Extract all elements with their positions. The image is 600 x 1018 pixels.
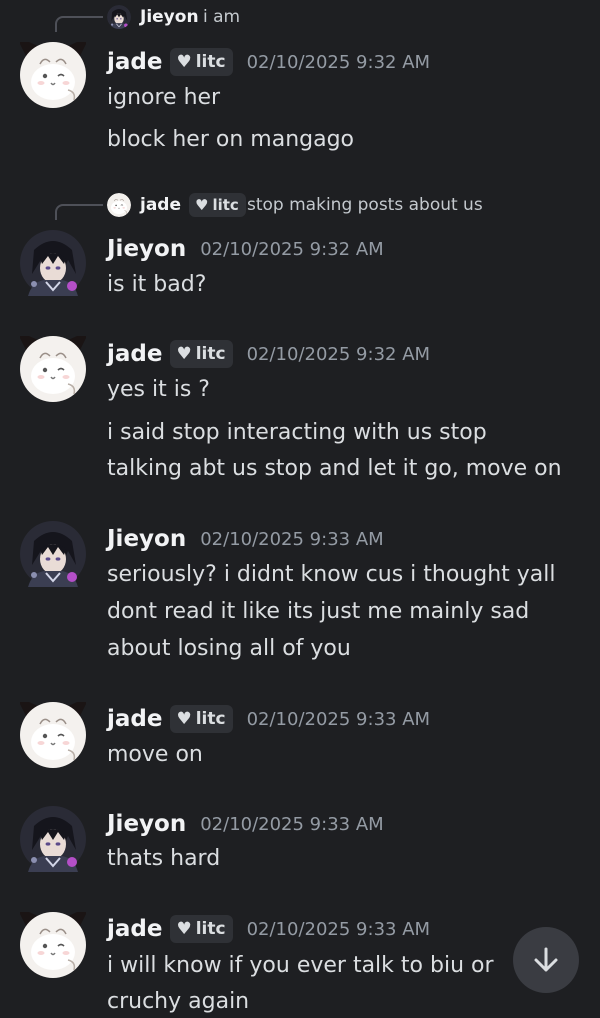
timestamp: 02/10/2025 9:33 AM — [200, 813, 384, 835]
heart-icon: ♥ — [176, 709, 192, 729]
author-name[interactable]: Jieyon — [107, 236, 186, 262]
timestamp: 02/10/2025 9:32 AM — [200, 238, 384, 260]
message-text: yes it is ? — [107, 377, 210, 402]
author-name[interactable]: jade — [107, 916, 162, 942]
clan-tag[interactable]: ♥ litc — [189, 193, 246, 217]
heart-icon: ♥ — [176, 919, 192, 939]
heart-icon: ♥ — [176, 52, 192, 72]
reply-connector — [55, 16, 103, 32]
reply-text: i am — [203, 7, 241, 27]
reply-avatar — [107, 193, 131, 217]
author-name[interactable]: Jieyon — [107, 526, 186, 552]
message-text: cruchy again — [107, 989, 250, 1014]
tag-label: litc — [195, 52, 226, 72]
message-text: about losing all of you — [107, 636, 351, 661]
message-text: talking abt us stop and let it go, move … — [107, 456, 562, 481]
message-text: i said stop interacting with us stop — [107, 420, 487, 445]
message-text: ignore her — [107, 85, 221, 110]
tag-label: litc — [195, 709, 226, 729]
reply-avatar — [107, 5, 131, 29]
author-name[interactable]: jade — [107, 49, 162, 75]
reply-text: stop making posts about us — [247, 195, 483, 215]
author-name[interactable]: jade — [107, 706, 162, 732]
author-name[interactable]: Jieyon — [107, 811, 186, 837]
tag-label: litc — [212, 196, 239, 214]
timestamp: 02/10/2025 9:33 AM — [246, 918, 431, 940]
avatar[interactable] — [20, 336, 86, 402]
message-text: seriously? i didnt know cus i thought ya… — [107, 562, 556, 587]
timestamp: 02/10/2025 9:33 AM — [246, 708, 431, 730]
avatar[interactable] — [20, 702, 86, 768]
heart-icon: ♥ — [176, 344, 192, 364]
author-name[interactable]: jade — [107, 341, 162, 367]
message-text: dont read it like its just me mainly sad — [107, 599, 530, 624]
timestamp: 02/10/2025 9:32 AM — [246, 343, 431, 365]
reply-connector — [55, 204, 103, 220]
reply-author[interactable]: Jieyon — [140, 7, 199, 27]
message-text: is it bad? — [107, 272, 207, 297]
avatar[interactable] — [20, 230, 86, 296]
timestamp: 02/10/2025 9:33 AM — [200, 528, 384, 550]
avatar[interactable] — [20, 912, 86, 978]
avatar[interactable] — [20, 42, 86, 108]
arrow-down-icon — [534, 947, 558, 972]
avatar[interactable] — [20, 806, 86, 872]
tag-label: litc — [195, 919, 226, 939]
message-text: thats hard — [107, 846, 221, 871]
clan-tag[interactable]: ♥ litc — [170, 915, 233, 943]
message-text: move on — [107, 742, 203, 767]
message-text: block her on mangago — [107, 127, 355, 152]
reply-author[interactable]: jade — [140, 195, 181, 215]
timestamp: 02/10/2025 9:32 AM — [246, 51, 431, 73]
clan-tag[interactable]: ♥ litc — [170, 340, 233, 368]
clan-tag[interactable]: ♥ litc — [170, 48, 233, 76]
clan-tag[interactable]: ♥ litc — [170, 705, 233, 733]
message-text: i will know if you ever talk to biu or — [107, 953, 494, 978]
tag-label: litc — [195, 344, 226, 364]
avatar[interactable] — [20, 521, 86, 587]
heart-icon: ♥ — [195, 196, 209, 214]
jump-to-present-button[interactable] — [513, 927, 579, 993]
